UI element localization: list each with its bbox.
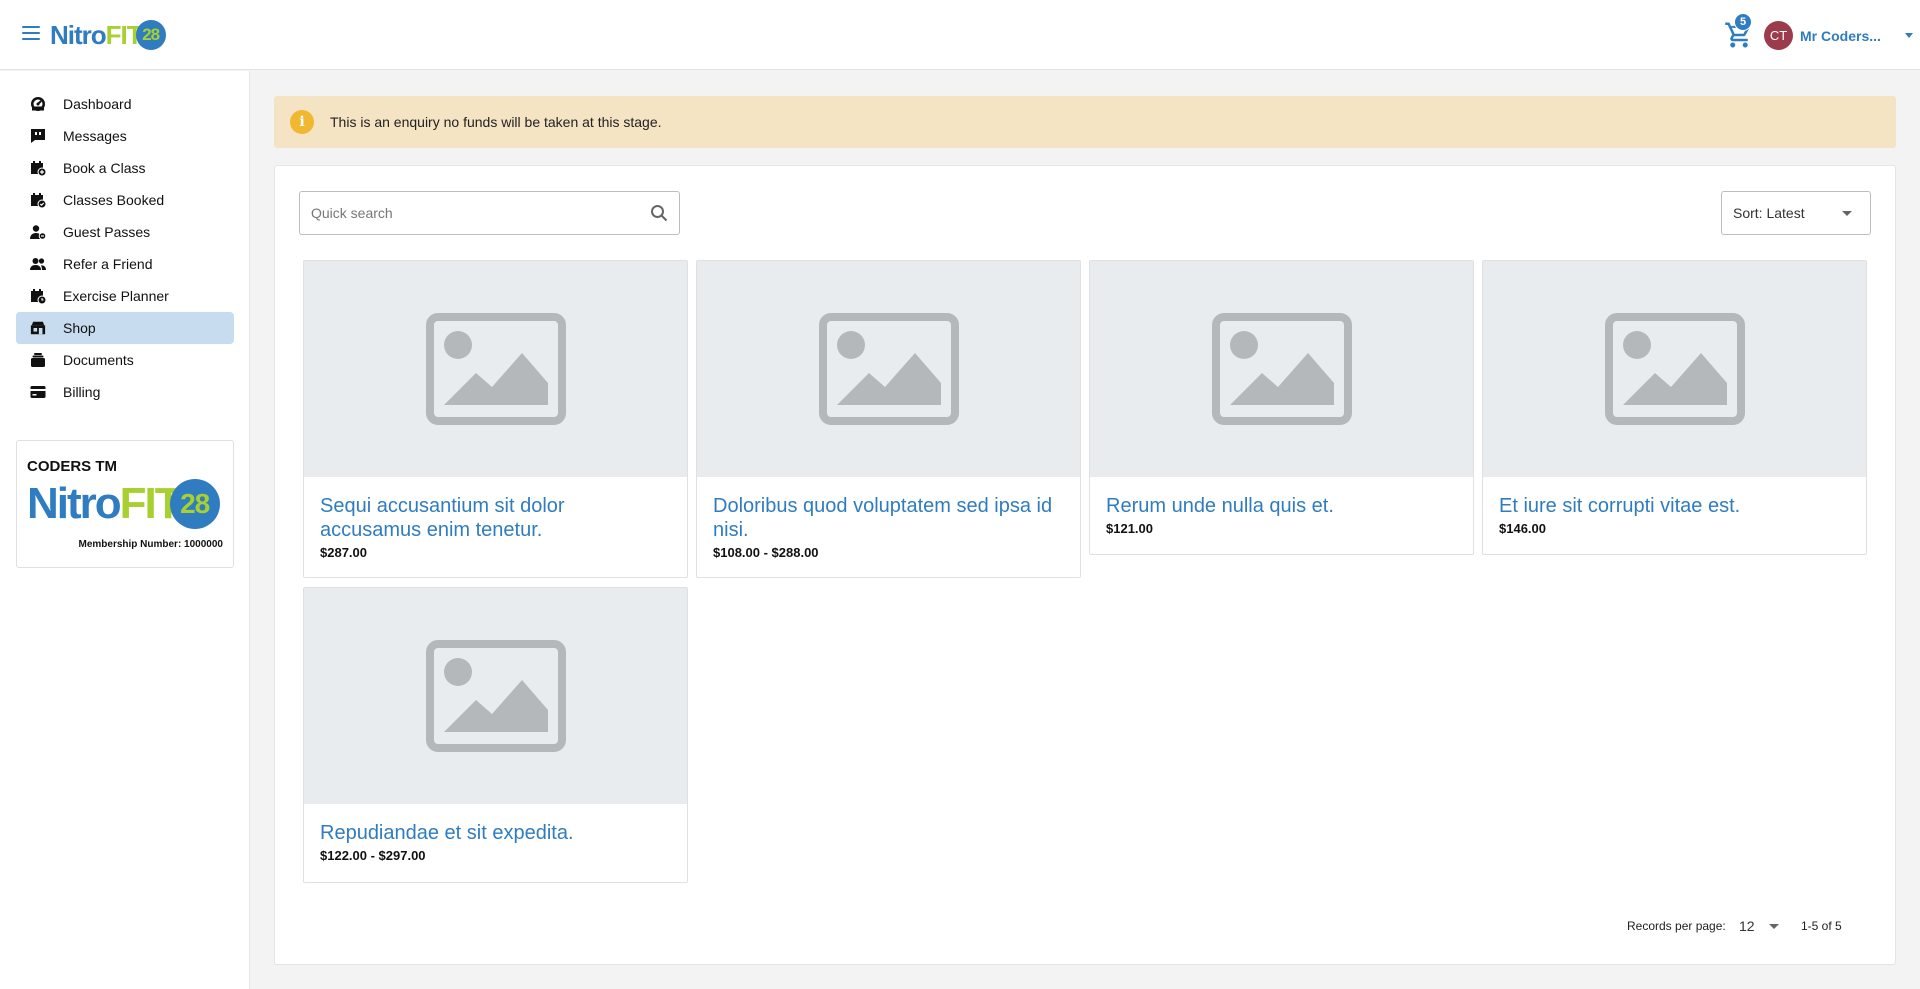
pagination: Records per page: 12 1-5 of 5 [275, 914, 1895, 938]
sidebar-item-billing[interactable]: Billing [16, 376, 234, 408]
sidebar-item-label: Classes Booked [63, 192, 165, 208]
membership-card-logo: NitroFIT 28 [27, 479, 220, 529]
brand-logo-number: 28 [135, 20, 166, 50]
sidebar: Dashboard Messages Book a Class Classes … [0, 71, 250, 989]
sidebar-item-classes-booked[interactable]: Classes Booked [16, 184, 234, 216]
alert-text: This is an enquiry no funds will be take… [330, 114, 662, 130]
info-icon: i [290, 110, 314, 134]
sidebar-item-shop[interactable]: Shop [16, 312, 234, 344]
image-placeholder-icon [697, 261, 1080, 477]
calendar-clock-icon [30, 288, 46, 304]
image-placeholder-icon [1483, 261, 1866, 477]
sidebar-item-dashboard[interactable]: Dashboard [16, 88, 234, 120]
documents-icon [30, 352, 46, 368]
search-box [299, 191, 680, 235]
message-icon [30, 128, 46, 144]
image-placeholder-icon [1090, 261, 1473, 477]
product-card[interactable]: Repudiandae et sit expedita. $122.00 - $… [303, 587, 688, 883]
info-alert: i This is an enquiry no funds will be ta… [274, 96, 1896, 148]
product-price: $122.00 - $297.00 [320, 848, 426, 863]
product-price: $108.00 - $288.00 [713, 545, 819, 560]
product-card[interactable]: Sequi accusantium sit dolor accusamus en… [303, 260, 688, 578]
avatar: CT [1764, 21, 1793, 50]
user-name: Mr Coders... [1800, 27, 1881, 44]
search-input[interactable] [300, 193, 639, 233]
product-card[interactable]: Rerum unde nulla quis et. $121.00 [1089, 260, 1474, 555]
membership-logo-number: 28 [169, 479, 220, 529]
users-icon [30, 256, 46, 272]
product-title[interactable]: Sequi accusantium sit dolor accusamus en… [320, 494, 671, 542]
cart-count-badge: 5 [1734, 13, 1752, 31]
chevron-down-icon [1769, 924, 1779, 929]
product-title[interactable]: Doloribus quod voluptatem sed ipsa id ni… [713, 494, 1064, 542]
dashboard-icon [30, 96, 46, 112]
credit-card-icon [30, 384, 46, 400]
membership-number: Membership Number: 1000000 [78, 539, 223, 550]
brand-logo-nitro: Nitro [50, 19, 107, 50]
records-per-page-label: Records per page: [1627, 919, 1726, 933]
sidebar-item-label: Messages [63, 128, 127, 144]
shop-icon [30, 320, 46, 336]
chevron-down-icon [1904, 33, 1913, 38]
product-price: $287.00 [320, 545, 367, 560]
user-menu[interactable]: CT Mr Coders... [1764, 21, 1913, 50]
sidebar-item-label: Billing [63, 384, 101, 400]
sidebar-item-label: Dashboard [63, 96, 132, 112]
member-name: CODERS TM [27, 458, 117, 475]
sidebar-nav: Dashboard Messages Book a Class Classes … [16, 88, 234, 408]
sidebar-item-label: Guest Passes [63, 224, 151, 240]
image-placeholder-icon [304, 588, 687, 804]
menu-icon[interactable] [22, 26, 40, 40]
sidebar-item-exercise-planner[interactable]: Exercise Planner [16, 280, 234, 312]
product-title[interactable]: Repudiandae et sit expedita. [320, 821, 671, 845]
shop-panel: Sort: Latest Sequi accusantium sit dolor… [274, 165, 1896, 965]
sort-label: Sort: Latest [1733, 205, 1805, 221]
records-per-page-select[interactable]: 12 [1739, 916, 1789, 936]
product-price: $121.00 [1106, 521, 1153, 536]
sidebar-item-book-a-class[interactable]: Book a Class [16, 152, 234, 184]
sidebar-item-label: Shop [63, 320, 96, 336]
membership-card: CODERS TM NitroFIT 28 Membership Number:… [16, 440, 234, 568]
product-title[interactable]: Rerum unde nulla quis et. [1106, 494, 1457, 518]
sidebar-item-documents[interactable]: Documents [16, 344, 234, 376]
guest-pass-icon [30, 224, 46, 240]
calendar-check-icon [30, 192, 46, 208]
product-title[interactable]: Et iure sit corrupti vitae est. [1499, 494, 1850, 518]
records-per-page-value: 12 [1739, 918, 1755, 934]
calendar-plus-icon [30, 160, 46, 176]
sidebar-item-label: Documents [63, 352, 134, 368]
top-bar: NitroFIT 28 5 CT Mr Coders... [0, 0, 1920, 70]
sidebar-item-label: Book a Class [63, 160, 146, 176]
product-card[interactable]: Doloribus quod voluptatem sed ipsa id ni… [696, 260, 1081, 578]
sidebar-item-label: Exercise Planner [63, 288, 169, 304]
sort-select[interactable]: Sort: Latest [1721, 191, 1871, 235]
sidebar-item-label: Refer a Friend [63, 256, 153, 272]
sidebar-item-guest-passes[interactable]: Guest Passes [16, 216, 234, 248]
pagination-range: 1-5 of 5 [1801, 919, 1842, 933]
product-price: $146.00 [1499, 521, 1546, 536]
sidebar-item-refer-a-friend[interactable]: Refer a Friend [16, 248, 234, 280]
membership-logo-nitro: Nitro [27, 479, 122, 528]
sidebar-item-messages[interactable]: Messages [16, 120, 234, 152]
product-card[interactable]: Et iure sit corrupti vitae est. $146.00 [1482, 260, 1867, 555]
chevron-down-icon [1842, 211, 1852, 216]
search-icon[interactable] [639, 193, 679, 233]
brand-logo[interactable]: NitroFIT 28 [50, 18, 166, 52]
image-placeholder-icon [304, 261, 687, 477]
